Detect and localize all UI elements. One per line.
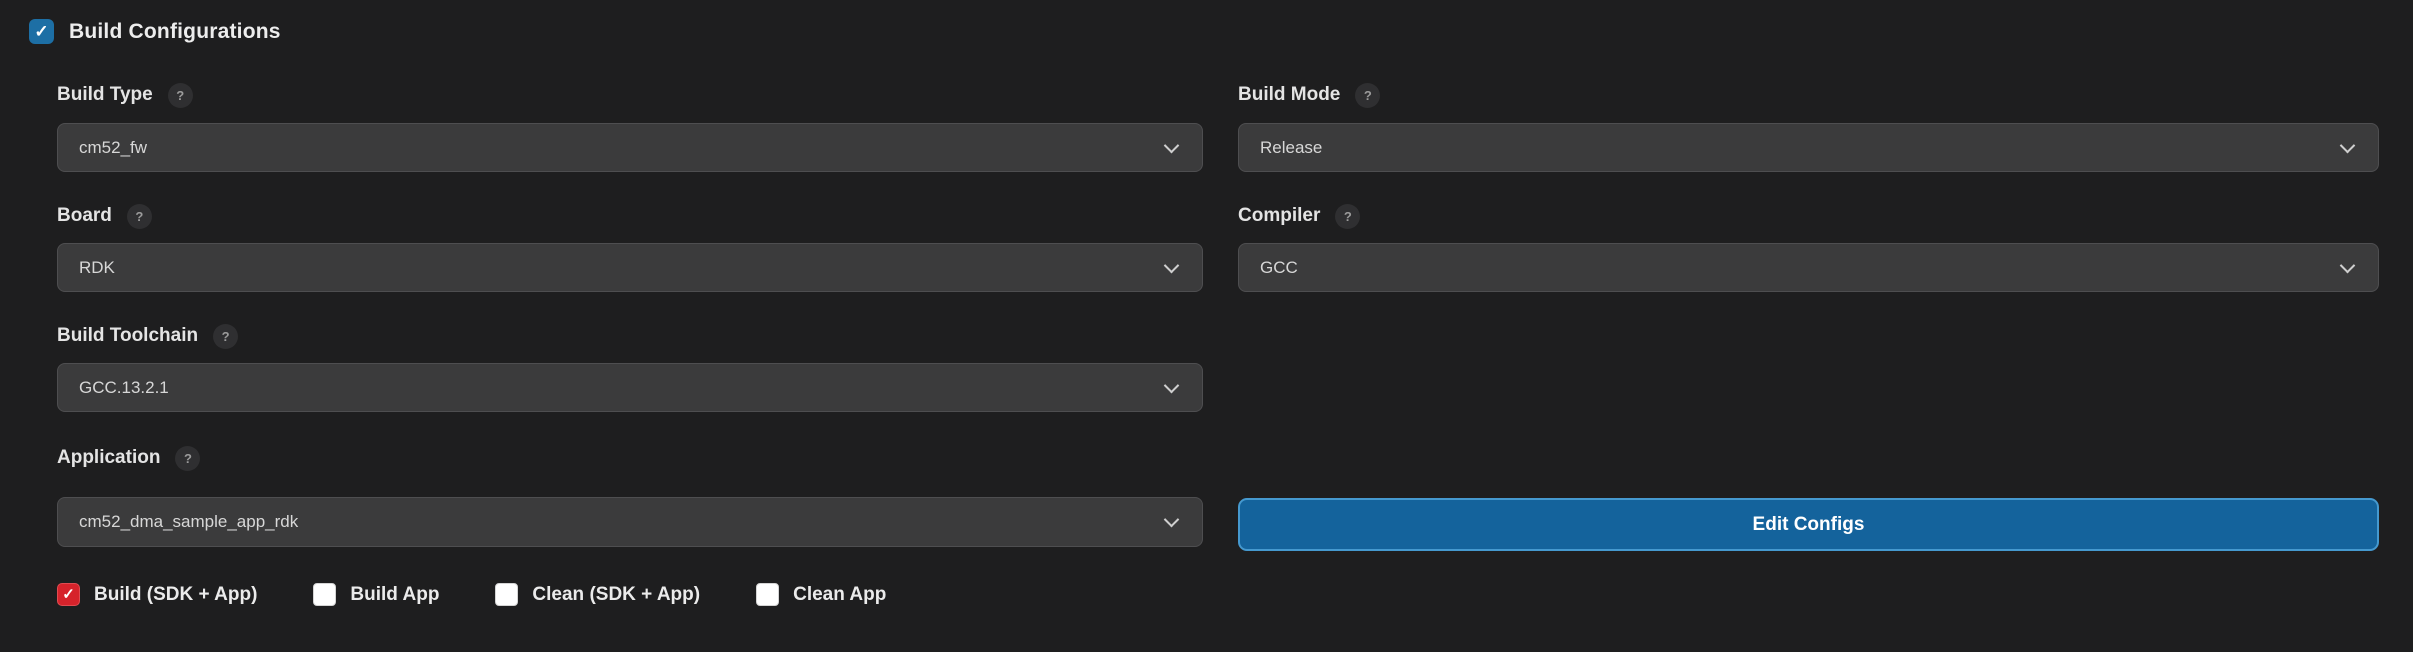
build-mode-select[interactable]: Release: [1238, 123, 2379, 172]
application-label: Application: [57, 447, 161, 468]
help-icon[interactable]: ?: [1335, 203, 1361, 229]
clean-sdk-app-option[interactable]: Clean (SDK + App): [495, 583, 700, 606]
chevron-down-icon: [2339, 137, 2356, 153]
chevron-down-icon: [1163, 377, 1180, 393]
chevron-down-icon: [1163, 511, 1180, 528]
build-configurations-panel: ✓ Build Configurations Build Type ? Buil…: [0, 0, 2413, 652]
chevron-down-icon: [2339, 257, 2356, 273]
clean-sdk-app-label: Clean (SDK + App): [532, 583, 701, 605]
section-title: Build Configurations: [69, 19, 281, 43]
clean-app-label: Clean App: [793, 583, 887, 605]
board-value: RDK: [79, 257, 115, 277]
board-label: Board: [57, 205, 112, 226]
build-type-value: cm52_fw: [79, 137, 148, 157]
build-toolchain-label: Build Toolchain: [57, 325, 199, 346]
build-toolchain-label-row: Build Toolchain ?: [57, 323, 239, 349]
compiler-select[interactable]: GCC: [1238, 243, 2379, 292]
edit-configs-button[interactable]: Edit Configs: [1238, 498, 2379, 551]
build-sdk-app-option[interactable]: ✓ Build (SDK + App): [57, 583, 257, 606]
board-select[interactable]: RDK: [57, 243, 1203, 292]
build-sdk-app-checkbox[interactable]: ✓: [57, 583, 80, 606]
help-icon[interactable]: ?: [213, 323, 239, 349]
build-configurations-checkbox[interactable]: ✓: [29, 19, 54, 44]
clean-sdk-app-checkbox[interactable]: [495, 583, 519, 606]
compiler-value: GCC: [1260, 257, 1298, 277]
checkmark-icon: ✓: [62, 586, 75, 603]
clean-app-checkbox[interactable]: [756, 583, 780, 606]
chevron-down-icon: [1163, 137, 1180, 153]
build-mode-value: Release: [1260, 137, 1323, 157]
build-app-label: Build App: [350, 583, 440, 605]
application-select[interactable]: cm52_dma_sample_app_rdk: [57, 497, 1203, 547]
build-toolchain-select[interactable]: GCC.13.2.1: [57, 363, 1203, 412]
help-icon[interactable]: ?: [175, 445, 201, 471]
section-header: ✓ Build Configurations: [29, 19, 281, 44]
checkmark-icon: ✓: [34, 22, 49, 41]
board-label-row: Board ?: [57, 203, 152, 229]
build-options-row: ✓ Build (SDK + App) Build App Clean (SDK…: [57, 583, 886, 606]
build-mode-label-row: Build Mode ?: [1238, 82, 1381, 108]
build-sdk-app-label: Build (SDK + App): [94, 583, 258, 605]
compiler-label-row: Compiler ?: [1238, 203, 1361, 229]
build-mode-label: Build Mode: [1238, 84, 1341, 105]
application-value: cm52_dma_sample_app_rdk: [79, 512, 299, 531]
clean-app-option[interactable]: Clean App: [756, 583, 886, 606]
build-toolchain-value: GCC.13.2.1: [79, 377, 169, 397]
chevron-down-icon: [1163, 257, 1180, 273]
help-icon[interactable]: ?: [1355, 82, 1381, 108]
help-icon[interactable]: ?: [167, 82, 193, 108]
edit-configs-button-label: Edit Configs: [1752, 513, 1865, 535]
build-type-label-row: Build Type ?: [57, 82, 193, 108]
build-type-select[interactable]: cm52_fw: [57, 123, 1203, 172]
application-label-row: Application ?: [57, 445, 201, 471]
build-app-option[interactable]: Build App: [313, 583, 439, 606]
build-app-checkbox[interactable]: [313, 583, 337, 606]
build-type-label: Build Type: [57, 84, 153, 105]
compiler-label: Compiler: [1238, 205, 1321, 226]
help-icon[interactable]: ?: [126, 203, 152, 229]
